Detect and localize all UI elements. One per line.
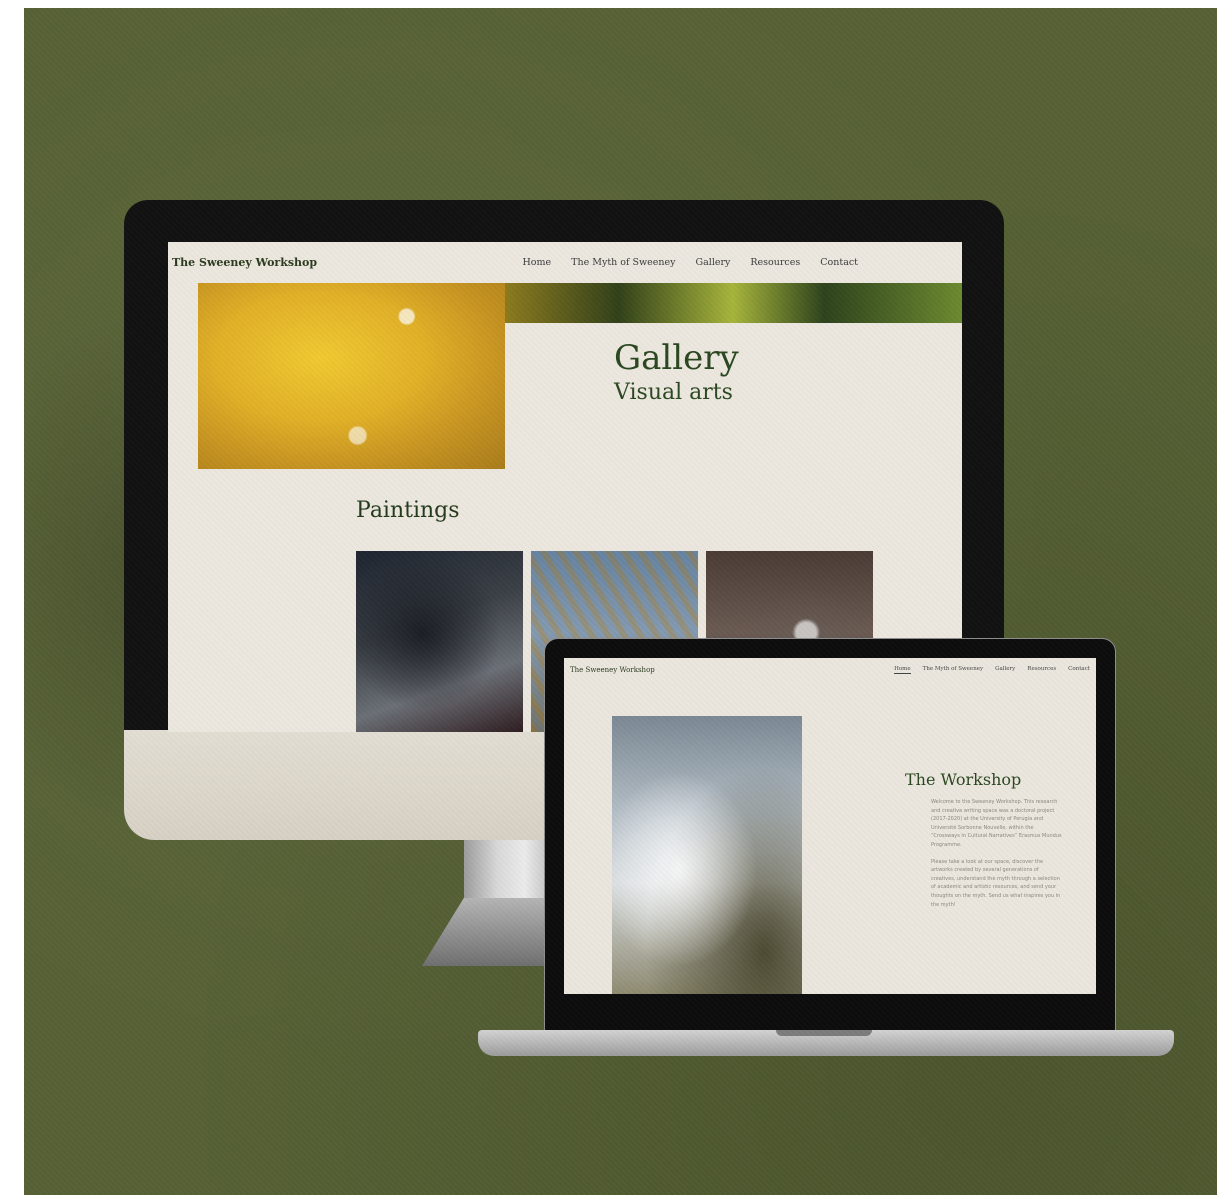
laptop-nav-myth[interactable]: The Myth of Sweeney xyxy=(923,666,983,674)
mockup-scene: The Sweeney Workshop Home The Myth of Sw… xyxy=(24,8,1217,1195)
imac-nav-gallery[interactable]: Gallery xyxy=(696,257,731,268)
laptop-nav-gallery[interactable]: Gallery xyxy=(995,666,1015,674)
imac-nav-resources[interactable]: Resources xyxy=(750,257,800,268)
laptop-nav-contact[interactable]: Contact xyxy=(1068,666,1090,674)
laptop-site-brand[interactable]: The Sweeney Workshop xyxy=(570,666,655,674)
paintings-heading: Paintings xyxy=(356,498,460,523)
imac-site-brand[interactable]: The Sweeney Workshop xyxy=(172,256,317,269)
imac-nav-links: Home The Myth of Sweeney Gallery Resourc… xyxy=(522,257,858,268)
gallery-title: Gallery xyxy=(614,338,739,378)
hero-painting-image xyxy=(198,283,505,469)
painting-thumbnail-1[interactable] xyxy=(356,551,523,732)
laptop-screen: The Sweeney Workshop Home The Myth of Sw… xyxy=(564,658,1096,994)
laptop-nav-links: Home The Myth of Sweeney Gallery Resourc… xyxy=(894,666,1090,674)
imac-nav-contact[interactable]: Contact xyxy=(820,257,858,268)
laptop-nav-home[interactable]: Home xyxy=(894,666,911,674)
laptop-nav-bar: The Sweeney Workshop Home The Myth of Sw… xyxy=(564,658,1096,682)
laptop-nav-resources[interactable]: Resources xyxy=(1027,666,1056,674)
imac-nav-home[interactable]: Home xyxy=(522,257,551,268)
gallery-subtitle: Visual arts xyxy=(614,380,733,405)
imac-nav-myth[interactable]: The Myth of Sweeney xyxy=(571,257,675,268)
waterfall-painting-image xyxy=(612,716,802,994)
workshop-paragraph-1: Welcome to the Sweeney Workshop. This re… xyxy=(931,799,1062,848)
workshop-title: The Workshop xyxy=(905,770,1022,789)
workshop-paragraph-2: Please take a look at our space, discove… xyxy=(931,858,1061,908)
laptop-notch xyxy=(776,1030,872,1036)
imac-nav-bar: The Sweeney Workshop Home The Myth of Sw… xyxy=(168,242,962,282)
workshop-body: Welcome to the Sweeney Workshop. This re… xyxy=(931,798,1063,917)
